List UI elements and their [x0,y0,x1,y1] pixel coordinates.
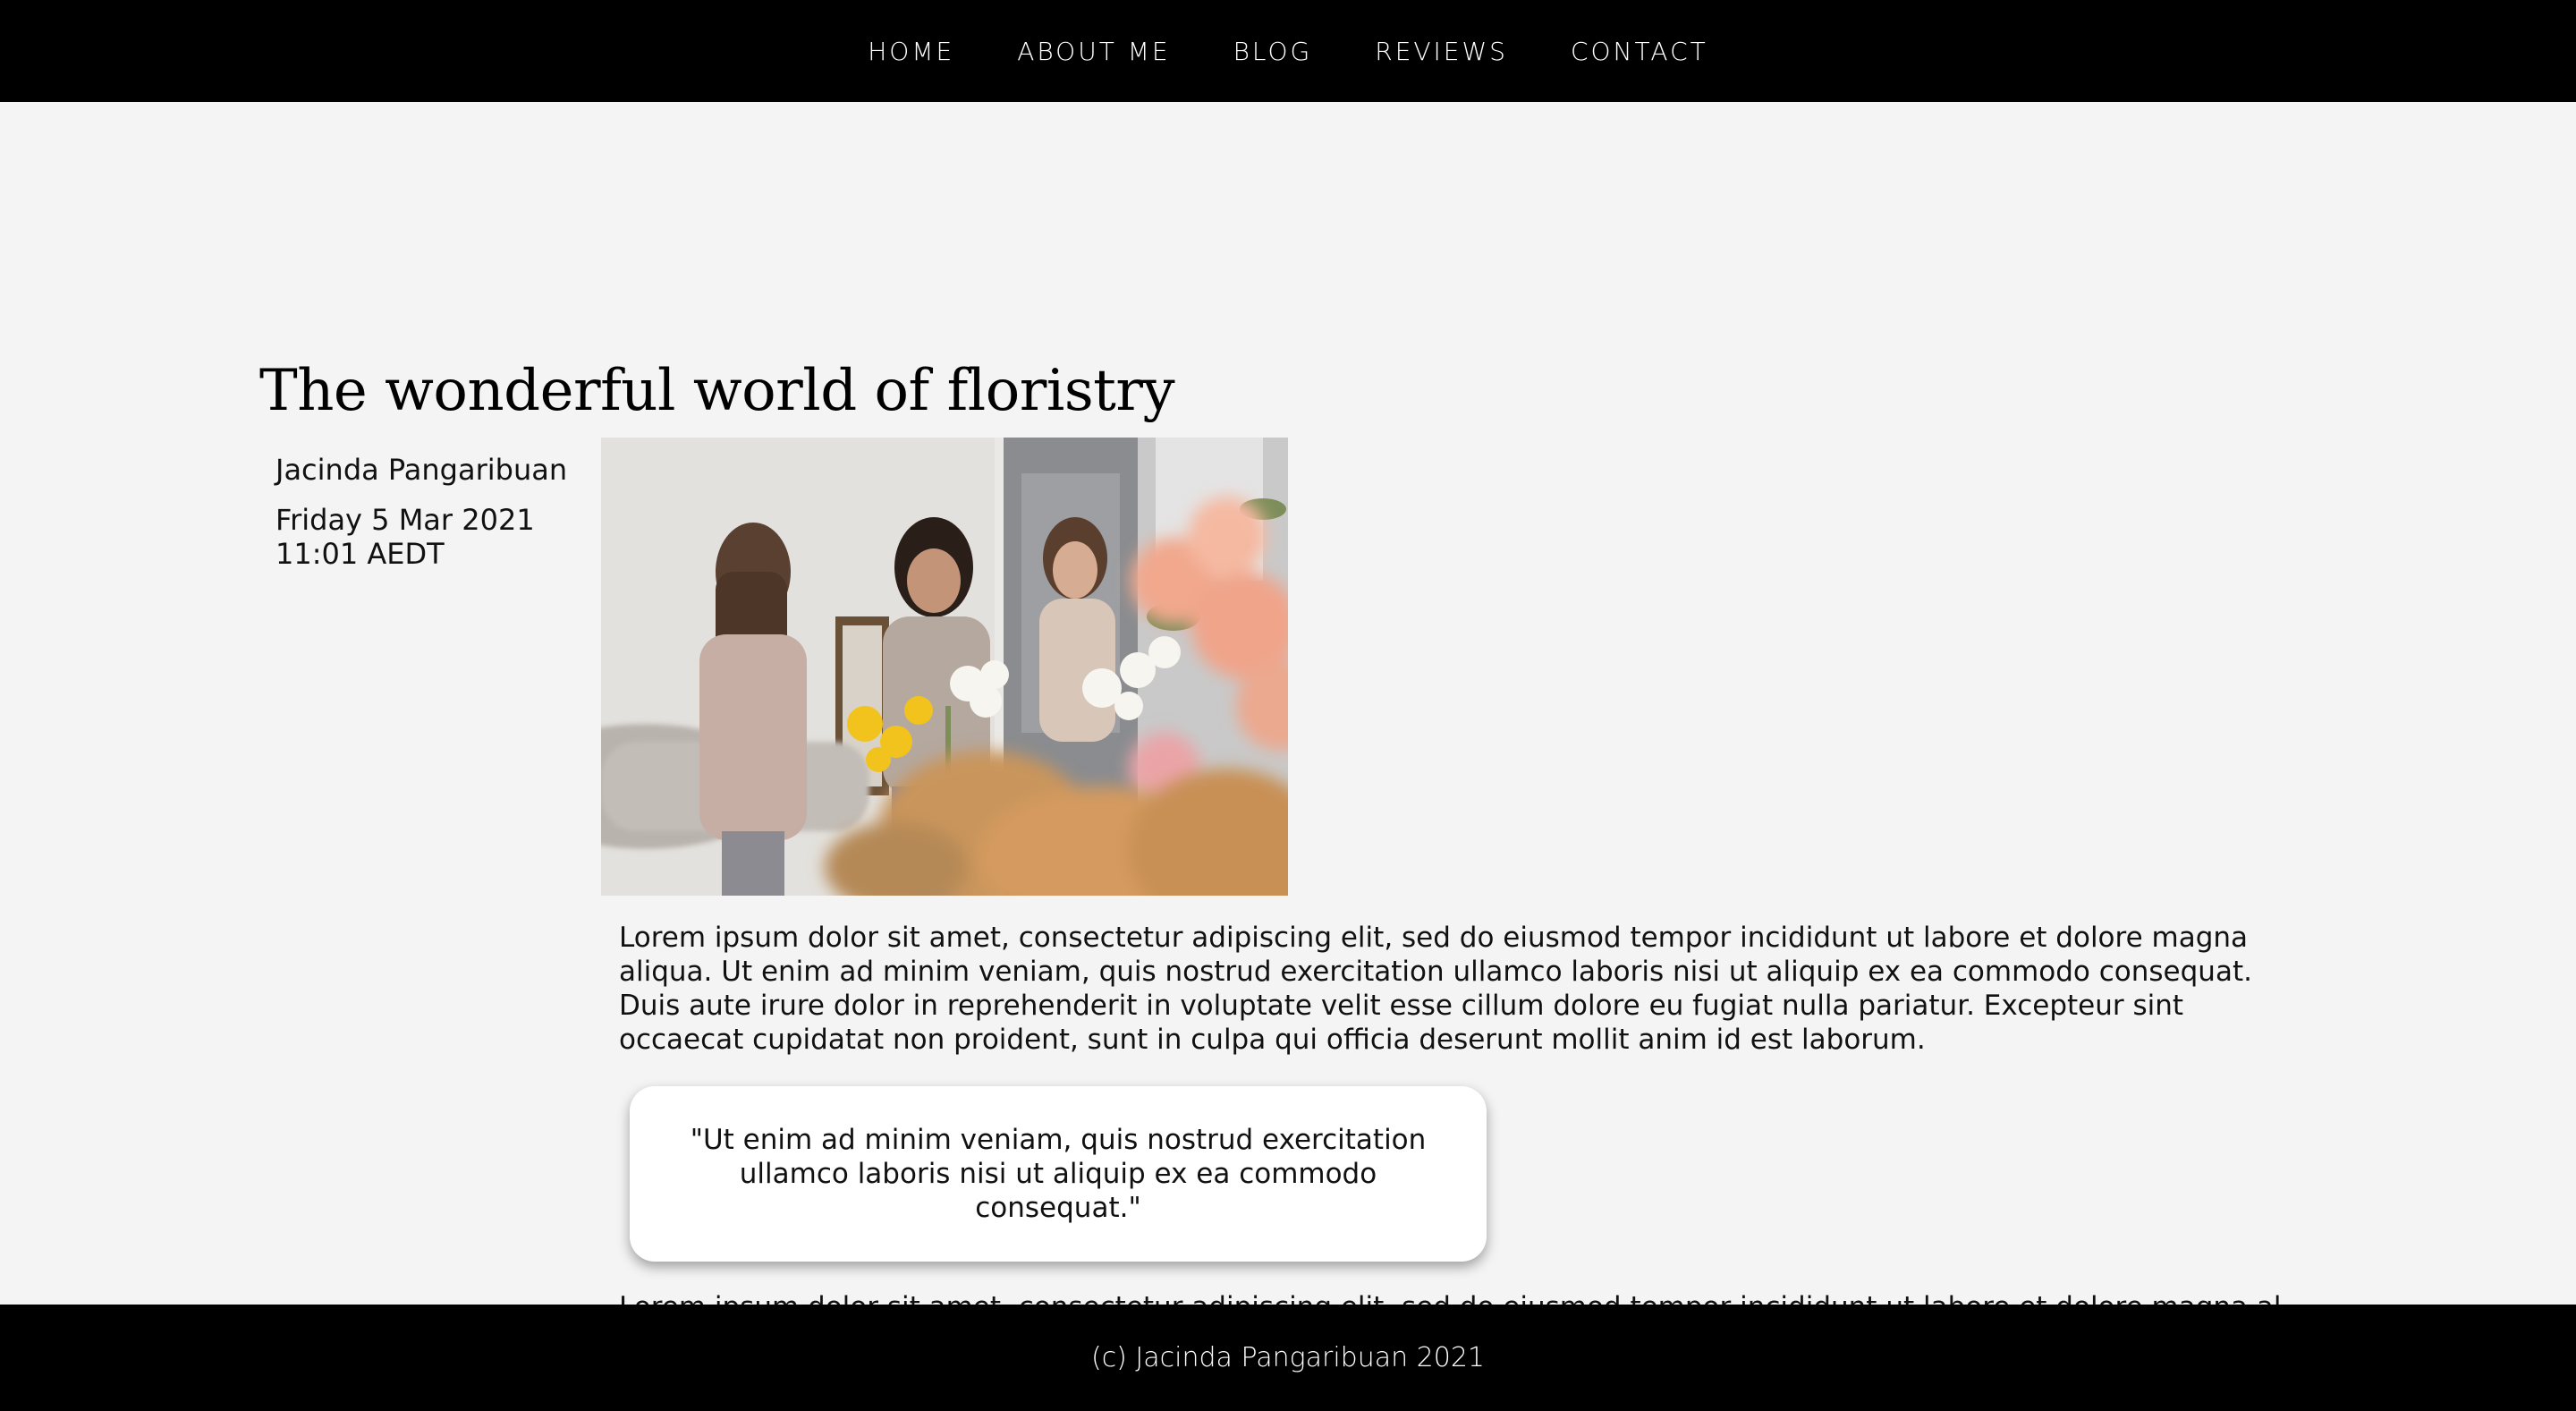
nav-reviews-link[interactable]: REVIEWS [1375,37,1508,66]
page-footer: (c) Jacinda Pangaribuan 2021 [0,1305,2576,1411]
nav-home-link[interactable]: HOME [868,37,954,66]
pull-quote-text: "Ut enim ad minim veniam, quis nostrud e… [690,1124,1427,1224]
pull-quote-card: "Ut enim ad minim veniam, quis nostrud e… [630,1086,1487,1262]
post-meta: Jacinda Pangaribuan Friday 5 Mar 2021 11… [275,453,597,571]
nav-contact-link[interactable]: CONTACT [1571,37,1708,66]
post-date: Friday 5 Mar 2021 11:01 AEDT [275,503,535,571]
post-author: Jacinda Pangaribuan [275,453,568,487]
florists-photo-icon [601,438,1288,896]
footer-copyright: (c) Jacinda Pangaribuan 2021 [1090,1342,1485,1373]
nav-blog-link[interactable]: BLOG [1233,37,1313,66]
post-photo [601,438,1288,896]
nav-about-me-link[interactable]: ABOUT ME [1017,37,1170,66]
post-paragraph: Lorem ipsum dolor sit amet, consectetur … [619,922,2252,1056]
top-navbar: HOME ABOUT ME BLOG REVIEWS CONTACT [0,0,2576,102]
post-title: The wonderful world of floristry [259,358,1175,424]
